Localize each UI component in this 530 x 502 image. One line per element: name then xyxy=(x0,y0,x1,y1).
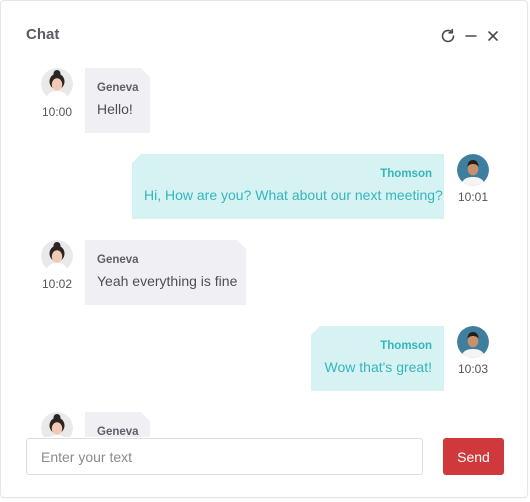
message-text: Hello! xyxy=(97,101,133,117)
message-time: 10:03 xyxy=(457,362,489,376)
message-incoming: Geneva xyxy=(1,409,527,437)
message-time: 10:01 xyxy=(457,190,489,204)
message-outgoing: Thomson Wow that's great! 10:03 xyxy=(1,325,527,405)
message-text: Wow that's great! xyxy=(324,359,432,375)
chat-title: Chat xyxy=(26,26,60,43)
refresh-icon[interactable] xyxy=(439,27,457,45)
message-text: Yeah everything is fine xyxy=(97,273,238,289)
avatar-geneva xyxy=(41,68,73,100)
message-bubble: Geneva Yeah everything is fine xyxy=(85,240,246,305)
sender-name: Thomson xyxy=(380,168,432,180)
message-text: Hi, How are you? What about our next mee… xyxy=(144,187,443,203)
avatar-thomson xyxy=(457,326,489,358)
sender-name: Geneva xyxy=(97,426,139,437)
message-time: 10:00 xyxy=(41,105,73,119)
message-bubble: Geneva xyxy=(85,412,150,437)
sender-name: Geneva xyxy=(97,82,139,94)
message-time: 10:02 xyxy=(41,277,73,291)
avatar-thomson xyxy=(457,154,489,186)
chat-window: Chat 10:00 Geneva Hello! Thomson Hi, How… xyxy=(0,0,528,498)
avatar-geneva xyxy=(41,240,73,272)
send-button[interactable]: Send xyxy=(443,438,504,475)
minimize-icon[interactable] xyxy=(462,27,480,45)
message-bubble: Thomson Wow that's great! xyxy=(311,326,444,391)
chat-header: Chat xyxy=(1,1,527,69)
sender-name: Geneva xyxy=(97,254,139,266)
message-incoming: 10:02 Geneva Yeah everything is fine xyxy=(1,237,527,317)
close-icon[interactable] xyxy=(484,27,502,45)
message-bubble: Thomson Hi, How are you? What about our … xyxy=(132,154,444,219)
message-input[interactable] xyxy=(26,438,423,475)
message-outgoing: Thomson Hi, How are you? What about our … xyxy=(1,153,527,233)
message-list[interactable]: 10:00 Geneva Hello! Thomson Hi, How are … xyxy=(1,65,527,437)
sender-name: Thomson xyxy=(380,340,432,352)
message-incoming: 10:00 Geneva Hello! xyxy=(1,65,527,145)
message-bubble: Geneva Hello! xyxy=(85,68,150,133)
avatar-geneva xyxy=(41,412,73,437)
